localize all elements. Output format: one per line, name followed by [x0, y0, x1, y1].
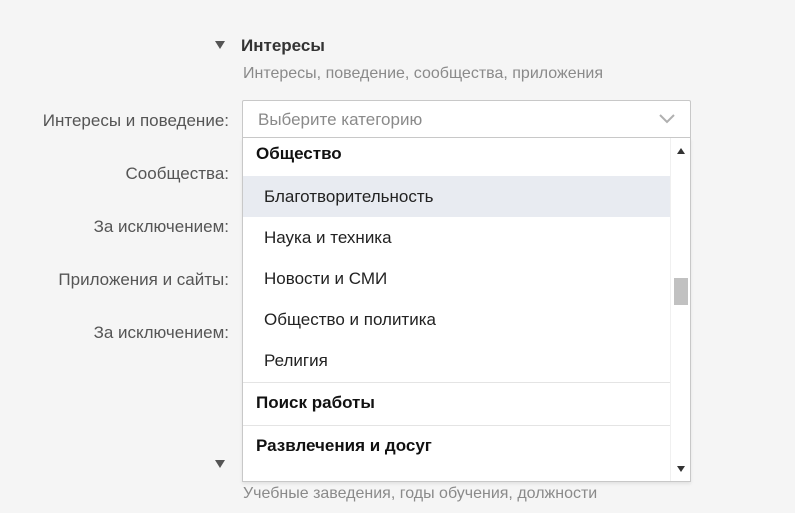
chevron-down-icon[interactable]	[658, 111, 676, 129]
group-header-jobs[interactable]: Поиск работы	[243, 382, 671, 425]
section-subtitle: Интересы, поведение, сообщества, приложе…	[243, 65, 604, 82]
dropdown-scrollbar[interactable]	[670, 138, 690, 481]
exclude-label-1: За исключением:	[93, 217, 229, 236]
section-title[interactable]: Интересы	[241, 36, 325, 56]
apps-label: Приложения и сайты:	[58, 270, 229, 289]
interests-label: Интересы и поведение:	[42, 111, 229, 130]
collapse-triangle-icon[interactable]	[215, 41, 225, 49]
group-header-society: Общество	[256, 144, 342, 163]
option-news[interactable]: Новости и СМИ	[243, 258, 671, 299]
select-placeholder: Выберите категорию	[258, 110, 423, 129]
group-header-entertainment[interactable]: Развлечения и досуг	[243, 425, 671, 468]
option-charity[interactable]: Благотворительность	[243, 176, 671, 217]
scrollbar-thumb[interactable]	[674, 278, 688, 305]
category-list: Общество Благотворительность Наука и тех…	[243, 138, 671, 481]
option-science[interactable]: Наука и техника	[243, 217, 671, 258]
option-society-politics[interactable]: Общество и политика	[243, 299, 671, 340]
scroll-up-arrow-icon[interactable]	[677, 148, 685, 154]
category-select[interactable]: Выберите категорию	[242, 100, 691, 138]
exclude-label-2: За исключением:	[93, 323, 229, 342]
option-religion[interactable]: Религия	[243, 340, 671, 381]
next-section-subtitle: Учебные заведения, годы обучения, должно…	[243, 485, 598, 502]
communities-label: Сообщества:	[125, 164, 229, 183]
collapse-triangle-icon[interactable]	[215, 460, 225, 468]
category-dropdown: Общество Благотворительность Наука и тех…	[242, 138, 691, 482]
scroll-down-arrow-icon[interactable]	[677, 466, 685, 472]
